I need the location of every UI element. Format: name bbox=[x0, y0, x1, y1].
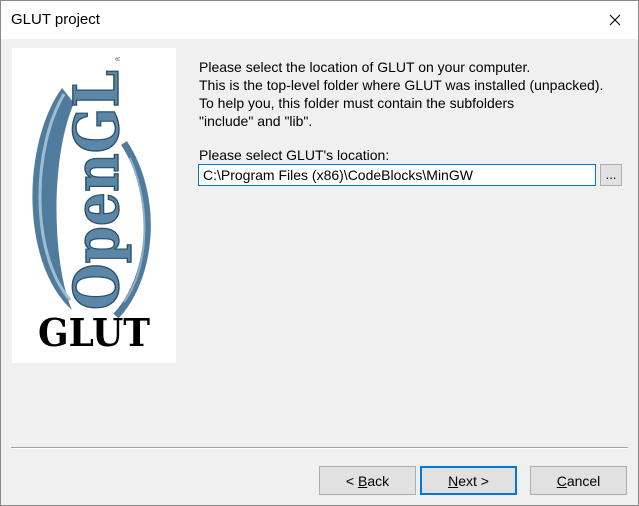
intro-line: To help you, this folder must contain th… bbox=[199, 95, 515, 111]
cancel-button[interactable]: Cancel bbox=[530, 466, 627, 495]
title-bar: GLUT project bbox=[1, 1, 638, 39]
wizard-dialog: GLUT project OpenGL R GLUT Please select… bbox=[0, 0, 639, 506]
intro-line: "include" and "lib". bbox=[199, 113, 313, 129]
svg-text:R: R bbox=[115, 57, 122, 61]
divider bbox=[11, 447, 628, 449]
next-mnemonic: N bbox=[448, 472, 459, 489]
logo-caption: GLUT bbox=[38, 310, 150, 355]
window-title: GLUT project bbox=[11, 11, 100, 28]
cancel-mnemonic: C bbox=[556, 472, 567, 489]
next-button[interactable]: Next > bbox=[420, 466, 517, 495]
intro-text: Please select the location of GLUT on yo… bbox=[199, 58, 629, 130]
logo-wordmark: OpenGL bbox=[60, 70, 133, 310]
intro-line: Please select the location of GLUT on yo… bbox=[199, 59, 531, 75]
back-mnemonic: B bbox=[357, 472, 368, 489]
intro-line: This is the top-level folder where GLUT … bbox=[199, 77, 604, 93]
close-icon bbox=[609, 14, 621, 26]
browse-button[interactable]: ... bbox=[600, 164, 622, 186]
opengl-glut-logo: OpenGL R GLUT bbox=[12, 48, 176, 363]
location-label: Please select GLUT's location: bbox=[199, 147, 390, 163]
back-rest: ack bbox=[367, 472, 390, 489]
opengl-logo-image: OpenGL R GLUT bbox=[32, 57, 151, 355]
glut-location-input[interactable] bbox=[198, 164, 596, 186]
cancel-rest: ancel bbox=[566, 472, 601, 489]
back-button[interactable]: < Back bbox=[319, 466, 416, 495]
back-prefix: < bbox=[345, 472, 358, 489]
close-button[interactable] bbox=[592, 1, 638, 39]
next-rest: ext > bbox=[458, 472, 489, 489]
